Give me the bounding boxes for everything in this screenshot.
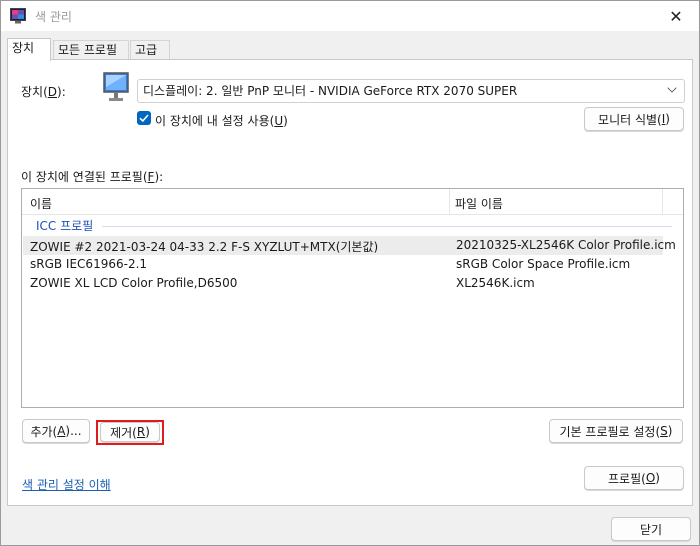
profile-file: sRGB Color Space Profile.icm: [456, 257, 631, 271]
tab-advanced[interactable]: 고급: [130, 40, 170, 60]
checkmark-icon: [139, 114, 149, 123]
list-header: 이름 파일 이름: [22, 189, 683, 215]
close-window-button[interactable]: ✕: [653, 1, 699, 31]
profiles-label: 이 장치에 연결된 프로필(F):: [21, 170, 164, 184]
device-label: 장치(D):: [21, 85, 66, 99]
table-row[interactable]: ZOWIE XL LCD Color Profile,D6500 XL2546K…: [23, 274, 663, 293]
column-header-file[interactable]: 파일 이름: [455, 195, 503, 212]
use-settings-checkbox[interactable]: [137, 111, 151, 125]
identify-monitor-button[interactable]: 모니터 식별(I): [584, 107, 684, 131]
profiles-button[interactable]: 프로필(O): [584, 466, 684, 490]
close-button[interactable]: 닫기: [611, 517, 691, 541]
tab-all-profiles[interactable]: 모든 프로필: [53, 40, 129, 60]
use-settings-label[interactable]: 이 장치에 내 설정 사용(U): [155, 112, 288, 129]
color-management-window: 색 관리 ✕ 장치 모든 프로필 고급 장치(D): 디스플레이: 2. 일반 …: [0, 0, 700, 546]
add-profile-button[interactable]: 추가(A)...: [22, 419, 90, 443]
profile-name: ZOWIE #2 2021-03-24 04-33 2.2 F-S XYZLUT…: [30, 240, 379, 254]
profile-name: ZOWIE XL LCD Color Profile,D6500: [30, 276, 238, 290]
group-label-icc: ICC 프로필: [36, 219, 94, 233]
column-divider[interactable]: [449, 189, 450, 215]
column-header-name[interactable]: 이름: [30, 195, 52, 212]
device-tab-panel: 장치(D): 디스플레이: 2. 일반 PnP 모니터 - NVIDIA GeF…: [7, 59, 693, 506]
column-divider[interactable]: [662, 189, 663, 215]
tab-label: 장치: [12, 41, 35, 55]
window-title: 색 관리: [35, 10, 72, 24]
title-bar: 색 관리 ✕: [1, 1, 699, 31]
remove-button-highlight: [96, 420, 164, 445]
tab-label: 모든 프로필: [58, 43, 118, 57]
close-icon: ✕: [669, 6, 683, 26]
tab-label: 고급: [135, 43, 158, 57]
table-row[interactable]: sRGB IEC61966-2.1 sRGB Color Space Profi…: [23, 255, 663, 274]
color-management-icon: [10, 8, 26, 24]
set-default-profile-button[interactable]: 기본 프로필로 설정(S): [549, 419, 683, 443]
table-row[interactable]: ZOWIE #2 2021-03-24 04-33 2.2 F-S XYZLUT…: [23, 236, 676, 255]
device-dropdown-value: 디스플레이: 2. 일반 PnP 모니터 - NVIDIA GeForce RT…: [143, 84, 518, 98]
chevron-down-icon: [667, 83, 677, 93]
group-divider: [102, 226, 672, 227]
profile-file: 20210325-XL2546K Color Profile.icm: [456, 238, 676, 252]
profiles-list[interactable]: 이름 파일 이름 ICC 프로필 ZOWIE #2 2021-03-24 04-…: [21, 188, 684, 408]
profile-file: XL2546K.icm: [456, 276, 535, 290]
understand-color-settings-link[interactable]: 색 관리 설정 이해: [22, 476, 111, 493]
monitor-icon: [103, 72, 129, 101]
profile-name: sRGB IEC61966-2.1: [30, 257, 148, 271]
tab-device[interactable]: 장치: [7, 38, 51, 61]
device-dropdown[interactable]: 디스플레이: 2. 일반 PnP 모니터 - NVIDIA GeForce RT…: [137, 79, 685, 103]
